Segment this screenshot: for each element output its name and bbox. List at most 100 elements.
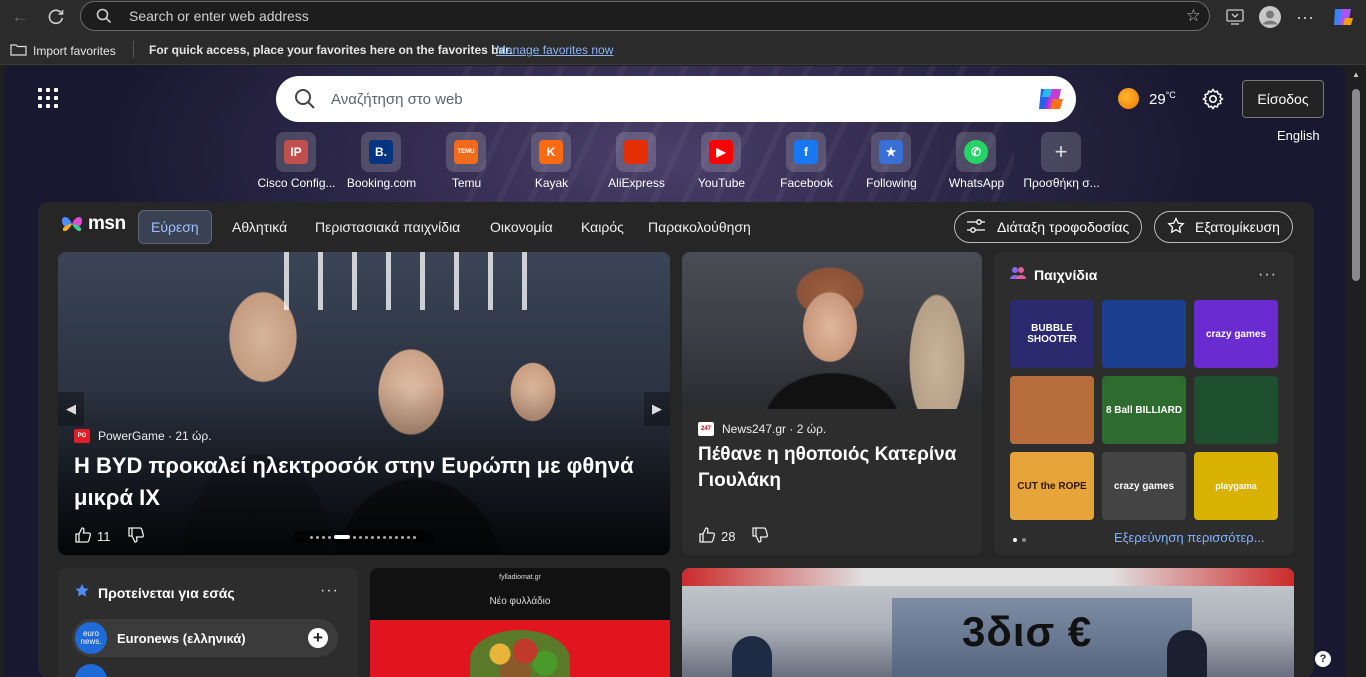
page-scrollbar[interactable]: ▲ xyxy=(1347,66,1366,677)
euronews-logo-icon: euro news. xyxy=(75,622,107,654)
cisco-icon: IP xyxy=(276,132,316,172)
copilot-icon[interactable] xyxy=(1330,4,1356,30)
scrollbar-thumb[interactable] xyxy=(1352,89,1360,281)
game-tile[interactable] xyxy=(1010,376,1094,444)
settings-more-icon[interactable]: ··· xyxy=(1292,4,1318,30)
sign-in-button[interactable]: Είσοδος xyxy=(1242,80,1324,118)
follow-add-icon[interactable]: + xyxy=(308,628,328,648)
quick-link-tile[interactable]: f Facebook xyxy=(764,132,849,192)
feed-tab[interactable]: Παρακολούθηση xyxy=(648,210,751,244)
divider xyxy=(133,41,134,58)
quick-link-tile[interactable]: ✆ WhatsApp xyxy=(934,132,1019,192)
msn-logo[interactable]: msn xyxy=(60,212,126,236)
carousel-prev-icon[interactable]: ◀ xyxy=(58,392,84,426)
back-icon[interactable]: ← xyxy=(6,4,34,30)
address-placeholder: Search or enter web address xyxy=(129,8,309,24)
hero-time: 21 ώρ. xyxy=(175,429,212,443)
import-favorites-button[interactable]: Import favorites xyxy=(10,42,116,59)
game-tile[interactable]: crazy games xyxy=(1194,300,1278,368)
games-people-icon xyxy=(1010,266,1026,283)
import-favorites-label: Import favorites xyxy=(33,43,116,58)
game-tile[interactable] xyxy=(1102,300,1186,368)
sliders-icon xyxy=(967,218,985,236)
scroll-up-icon[interactable]: ▲ xyxy=(1352,70,1360,79)
games-header[interactable]: Παιχνίδια xyxy=(1010,266,1097,283)
tv-screen-headline: 3δισ € xyxy=(962,608,1093,655)
quick-link-label: Following xyxy=(866,176,917,190)
app-launcher-icon[interactable] xyxy=(38,88,58,108)
news247-logo-icon: 247 xyxy=(698,422,714,436)
quick-link-logo: ★ xyxy=(879,140,903,164)
refresh-icon[interactable] xyxy=(42,4,70,30)
thumbs-down-icon[interactable] xyxy=(751,526,769,547)
quick-link-tile[interactable]: B. Booking.com xyxy=(339,132,424,192)
quick-link-label: Προσθήκη σ... xyxy=(1023,176,1100,190)
thumbs-up-icon[interactable] xyxy=(74,526,92,547)
game-tile[interactable]: crazy games xyxy=(1102,452,1186,520)
quick-link-tile[interactable]: IP Cisco Config... xyxy=(254,132,339,192)
recommended-header: Προτείνεται για εσάς xyxy=(74,583,235,602)
aliexpress-icon xyxy=(616,132,656,172)
quick-link-tile[interactable]: + Προσθήκη σ... xyxy=(1019,132,1104,192)
quick-link-tile[interactable]: TEMU Temu xyxy=(424,132,509,192)
app-available-icon[interactable] xyxy=(1222,4,1248,30)
feed-tab[interactable]: Εύρεση xyxy=(138,210,212,244)
games-widget: Παιχνίδια ··· BUBBLE SHOOTER crazy games 8… xyxy=(994,252,1294,555)
quick-link-tile[interactable]: AliExpress xyxy=(594,132,679,192)
language-link[interactable]: English xyxy=(1277,128,1320,143)
quick-link-logo: + xyxy=(1054,139,1068,164)
game-tile[interactable]: 8 Ball BILLIARD xyxy=(1102,376,1186,444)
feed-tab[interactable]: Περιστασιακά παιχνίδια xyxy=(315,210,460,244)
game-tile[interactable] xyxy=(1194,376,1278,444)
feed-layout-button[interactable]: Διάταξη τροφοδοσίας xyxy=(954,211,1143,243)
quick-link-tile[interactable]: ▶ YouTube xyxy=(679,132,764,192)
game-tile[interactable]: playgama xyxy=(1194,452,1278,520)
quick-link-tile[interactable]: K Kayak xyxy=(509,132,594,192)
msn-wordmark: msn xyxy=(88,213,126,234)
game-tile[interactable]: BUBBLE SHOOTER xyxy=(1010,300,1094,368)
carousel-indicator[interactable] xyxy=(293,531,433,543)
games-page-indicator[interactable] xyxy=(1013,538,1026,542)
recommended-next-avatar[interactable] xyxy=(75,664,107,677)
explore-more-link[interactable]: Εξερεύνηση περισσότερ... xyxy=(1114,530,1264,545)
manage-favorites-link[interactable]: Manage favorites now xyxy=(496,43,613,57)
recommended-item[interactable]: euro news. Euronews (ελληνικά) + xyxy=(72,619,338,657)
feed-tab[interactable]: Αθλητικά xyxy=(232,210,287,244)
favorite-star-icon[interactable]: ☆ xyxy=(1186,6,1201,26)
feed-tab[interactable]: Καιρός xyxy=(581,210,624,244)
news-card-source-name: News247.gr xyxy=(722,422,787,436)
quick-link-logo: ▶ xyxy=(709,140,733,164)
news-card[interactable]: 247 News247.gr · 2 ώρ. Πέθανε η ηθοποιός… xyxy=(682,252,982,555)
page-settings-gear-icon[interactable] xyxy=(1202,88,1224,110)
thumbs-up-icon[interactable] xyxy=(698,526,716,547)
personalize-button[interactable]: Εξατομίκευση xyxy=(1154,211,1293,243)
weather-widget[interactable]: 29°C xyxy=(1118,88,1176,109)
recommended-more-icon[interactable]: ··· xyxy=(320,582,339,600)
hero-news-card[interactable]: ◀ ▶ PG PowerGame · 21 ώρ. Η BYD προκαλεί… xyxy=(58,252,670,555)
news-card-headline[interactable]: Πέθανε η ηθοποιός Κατερίνα Γιουλάκη xyxy=(698,442,968,494)
quick-link-tile[interactable]: ★ Following xyxy=(849,132,934,192)
flyer-ad-card[interactable]: fylladiomat.gr Νέο φυλλάδιο xyxy=(370,568,670,677)
quick-link-logo: K xyxy=(539,140,563,164)
flyer-subtitle: Νέο φυλλάδιο xyxy=(489,596,551,607)
help-icon[interactable]: ? xyxy=(1315,651,1331,667)
games-more-options-icon[interactable]: ··· xyxy=(1258,266,1277,284)
feed-tab[interactable]: Οικονομία xyxy=(490,210,553,244)
quick-link-logo: f xyxy=(794,140,818,164)
powergame-logo-icon: PG xyxy=(74,429,90,443)
address-bar[interactable]: Search or enter web address ☆ xyxy=(80,1,1210,31)
hero-headline[interactable]: Η BYD προκαλεί ηλεκτροσόκ στην Ευρώπη με… xyxy=(74,450,634,514)
news-card-image xyxy=(682,252,982,409)
game-tile[interactable]: CUT the ROPE xyxy=(1010,452,1094,520)
tv-news-card[interactable]: 3δισ € xyxy=(682,568,1294,677)
thumbs-down-icon[interactable] xyxy=(127,526,145,547)
web-search-box[interactable]: Αναζήτηση στο web xyxy=(276,76,1076,122)
carousel-next-icon[interactable]: ▶ xyxy=(644,392,670,426)
import-folder-icon xyxy=(10,42,27,59)
quick-link-logo: TEMU xyxy=(454,140,478,164)
new-tab-page: Αναζήτηση στο web 29°C Είσοδος English I… xyxy=(4,66,1346,677)
copilot-icon[interactable] xyxy=(1036,85,1066,113)
profile-avatar-icon[interactable] xyxy=(1257,4,1283,30)
recommended-title: Προτείνεται για εσάς xyxy=(98,584,235,601)
quick-link-label: WhatsApp xyxy=(948,176,1005,190)
